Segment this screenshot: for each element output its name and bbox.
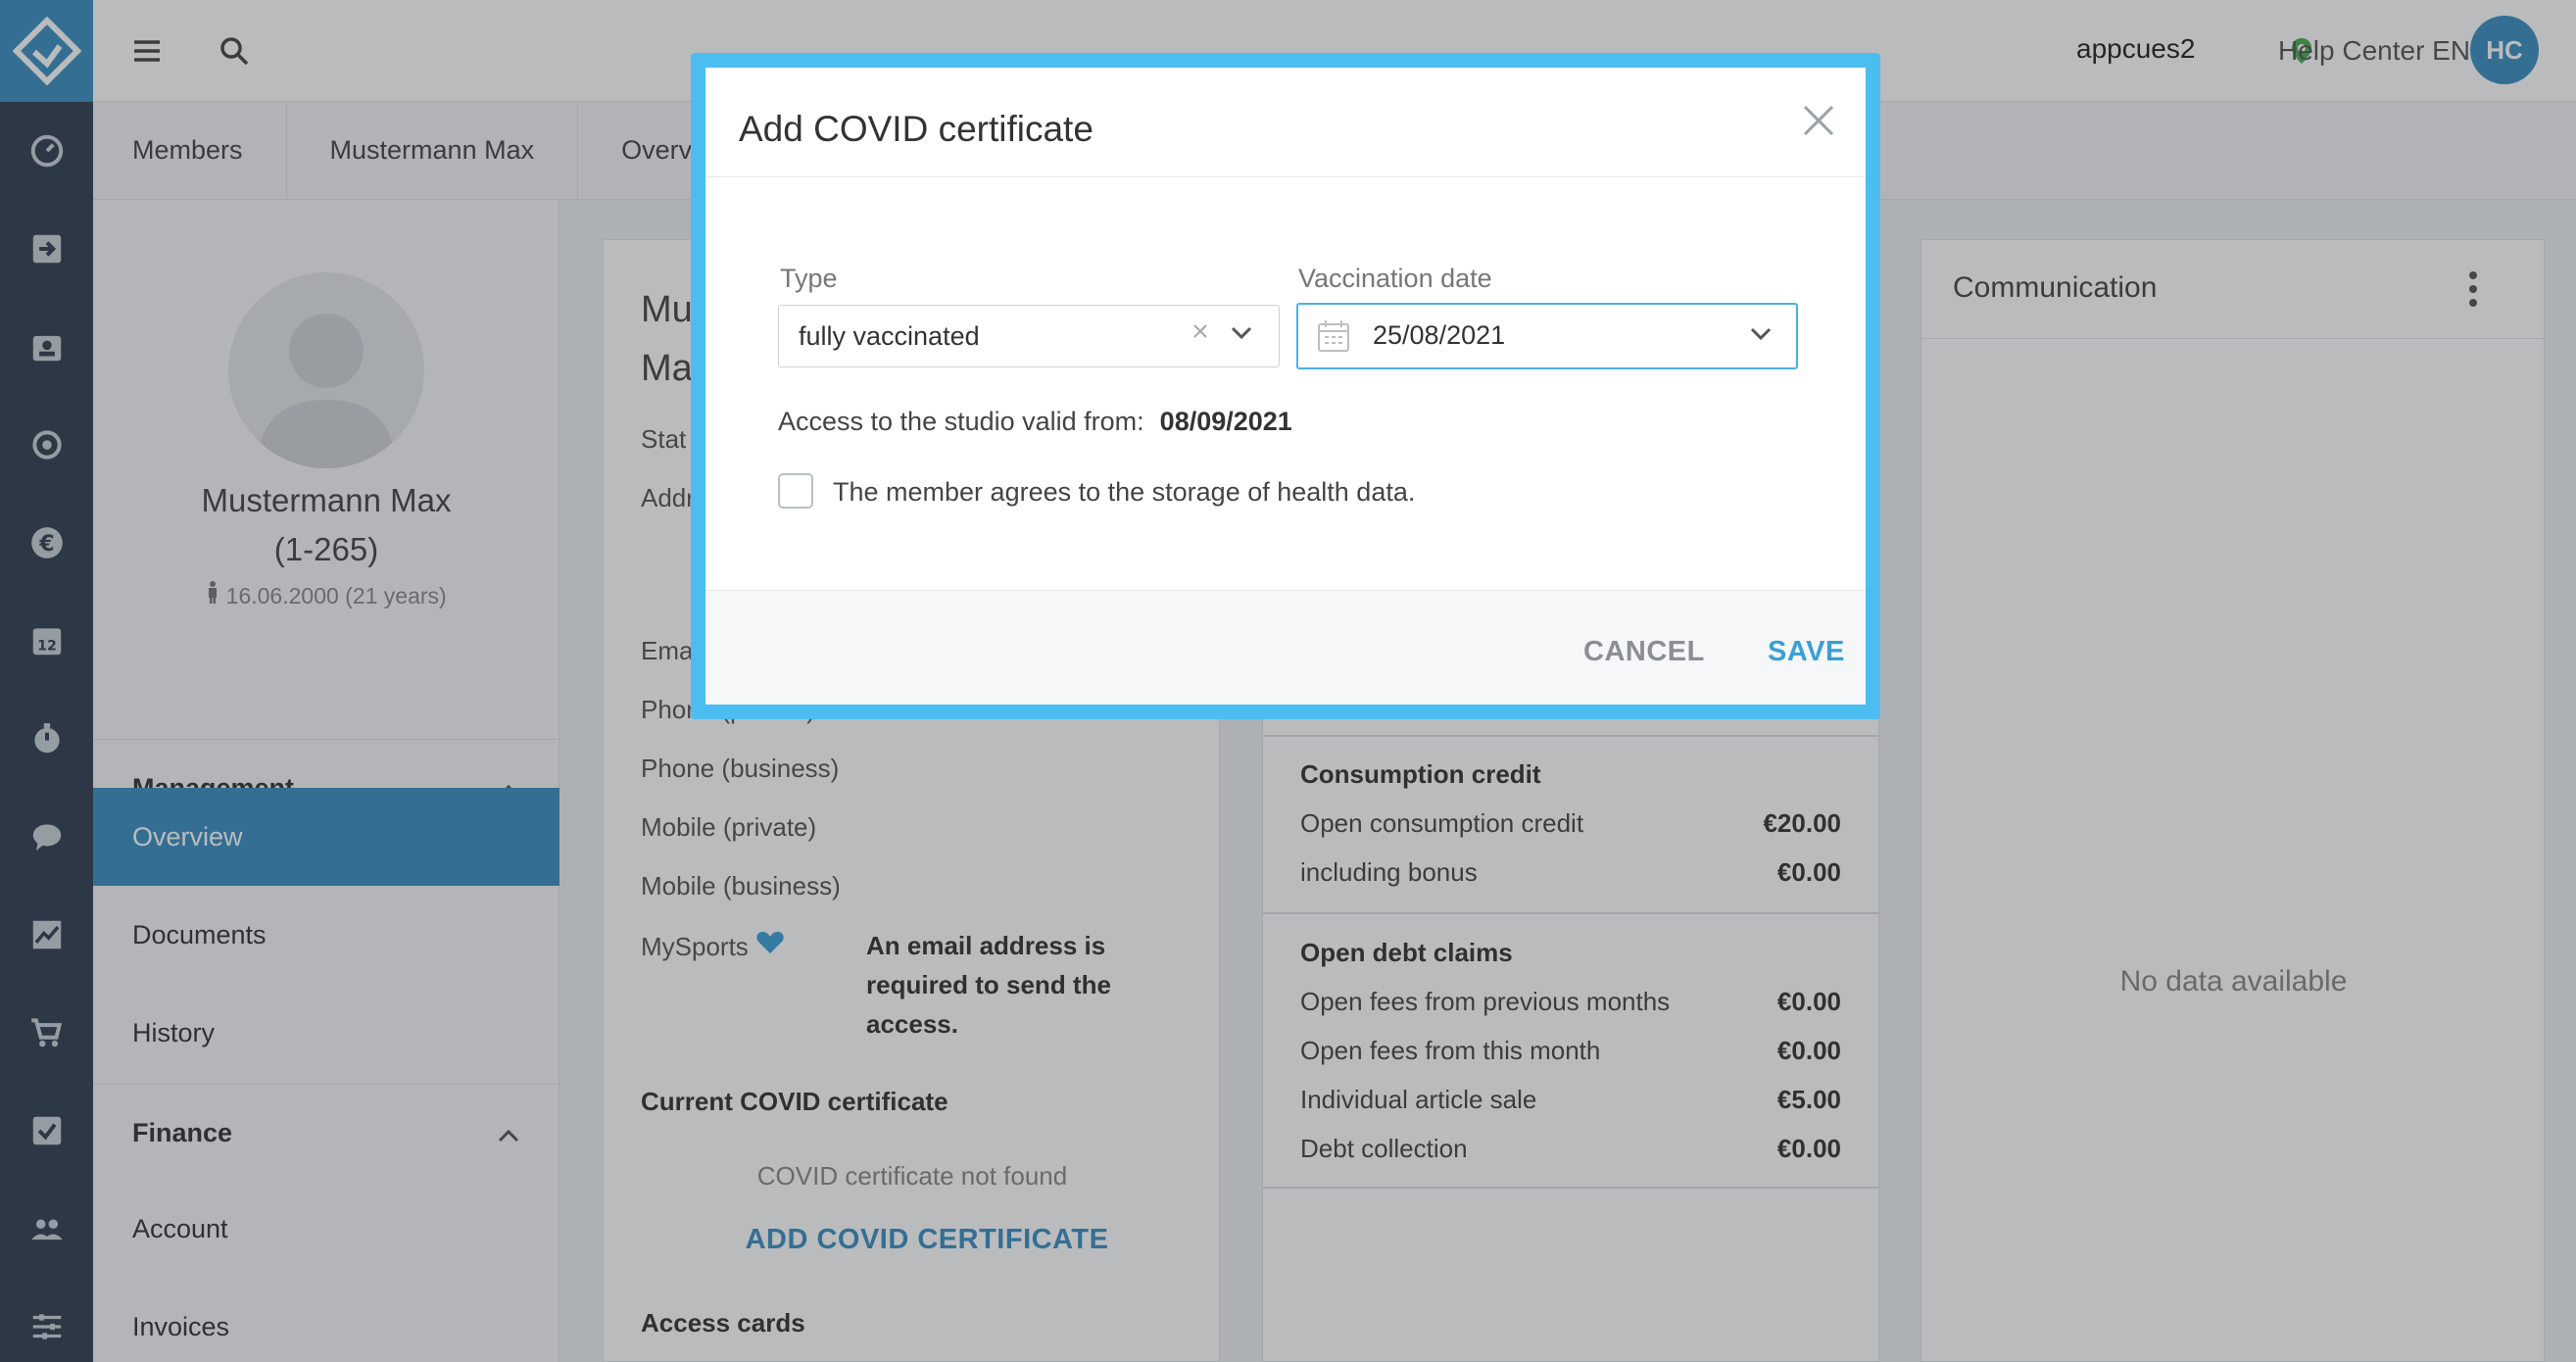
access-valid-from: Access to the studio valid from: 08/09/20…	[778, 407, 1292, 436]
vaccination-date-label: Vaccination date	[1298, 264, 1492, 293]
type-label: Type	[780, 264, 838, 293]
type-select[interactable]: fully vaccinated	[778, 305, 1280, 367]
chevron-down-icon[interactable]	[1749, 326, 1773, 347]
vaccination-date-value: 25/08/2021	[1373, 320, 1506, 350]
access-valid-date: 08/09/2021	[1159, 407, 1292, 436]
vaccination-date-input[interactable]: 25/08/2021	[1296, 303, 1798, 369]
save-button[interactable]: SAVE	[1768, 636, 1845, 668]
calendar-icon	[1316, 318, 1351, 359]
cancel-button[interactable]: CANCEL	[1583, 636, 1705, 668]
health-data-consent-checkbox[interactable]	[778, 473, 813, 509]
health-data-consent-label[interactable]: The member agrees to the storage of heal…	[833, 477, 1415, 508]
dialog-title: Add COVID certificate	[739, 109, 1094, 149]
type-select-value: fully vaccinated	[799, 321, 980, 351]
chevron-down-icon[interactable]	[1230, 325, 1253, 346]
add-covid-certificate-dialog: Add COVID certificate Type fully vaccina…	[705, 68, 1866, 705]
close-icon[interactable]	[1797, 99, 1840, 142]
clear-icon[interactable]	[1191, 321, 1210, 346]
